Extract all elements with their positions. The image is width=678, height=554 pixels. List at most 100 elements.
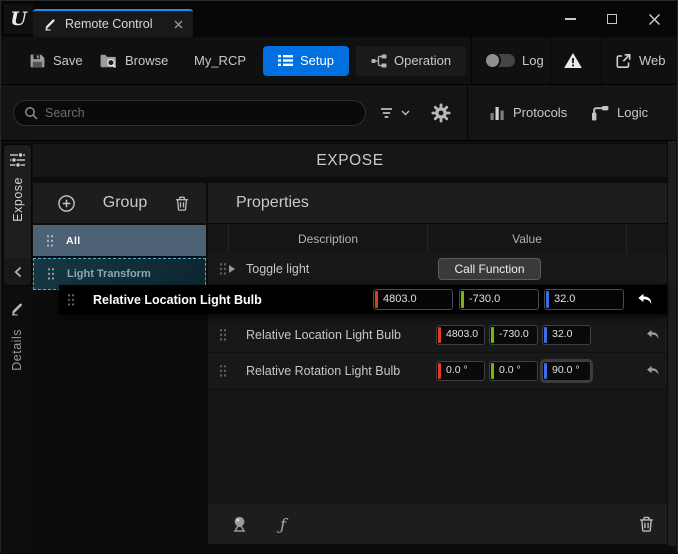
- dragged-x-field[interactable]: 4803.0: [373, 289, 453, 310]
- delete-exposed-button[interactable]: [638, 515, 655, 533]
- undo-arrow-icon: [645, 327, 660, 342]
- property-label: Toggle light: [246, 262, 309, 276]
- dragged-z-field[interactable]: 32.0: [544, 289, 624, 310]
- operation-tab[interactable]: Operation: [356, 46, 466, 76]
- minimize-button[interactable]: [549, 1, 591, 37]
- drag-handle[interactable]: [219, 364, 227, 378]
- side-tabstrip: Expose Details: [1, 141, 33, 554]
- z-axis-bar: [546, 291, 549, 308]
- location-y-field[interactable]: -730.0: [489, 325, 538, 345]
- add-group-button[interactable]: [57, 194, 76, 213]
- y-axis-bar: [461, 291, 464, 308]
- mode-segment: Setup Operation: [263, 37, 466, 84]
- rotation-yaw-field[interactable]: 90.0 °: [542, 361, 591, 381]
- dragged-row-label: Relative Location Light Bulb: [93, 293, 262, 307]
- reset-to-default-button[interactable]: [645, 327, 661, 343]
- filter-button[interactable]: [380, 85, 410, 140]
- save-button[interactable]: Save: [29, 37, 83, 84]
- window-controls: [549, 1, 675, 37]
- minimize-icon: [565, 18, 576, 20]
- z-axis-bar: [544, 327, 547, 343]
- protocols-bars-icon: [490, 105, 505, 121]
- properties-panel: Properties Description Value Toggle ligh…: [208, 183, 667, 544]
- plus-circle-icon: [57, 194, 76, 213]
- vertical-scrollbar[interactable]: [667, 141, 676, 546]
- properties-empty-area: [208, 389, 667, 504]
- tab-title: Remote Control: [65, 17, 153, 31]
- reset-to-default-button[interactable]: [636, 291, 653, 308]
- rotation-pitch-field[interactable]: 0.0 °: [489, 361, 538, 381]
- log-toggle-group[interactable]: Log: [485, 37, 544, 84]
- sliders-icon: [9, 152, 26, 168]
- expose-function-button[interactable]: ƒ: [280, 515, 286, 534]
- delete-group-button[interactable]: [174, 195, 190, 212]
- location-z-field[interactable]: 32.0: [542, 325, 591, 345]
- group-item-label: All: [66, 235, 81, 247]
- filter-icon: [380, 107, 393, 119]
- column-description: Description: [229, 224, 428, 253]
- x-axis-bar: [438, 327, 441, 343]
- group-item-all[interactable]: All: [33, 225, 206, 256]
- search-separator: [467, 85, 468, 140]
- close-icon: [648, 13, 661, 26]
- maximize-button[interactable]: [591, 1, 633, 37]
- drag-handle[interactable]: [219, 328, 227, 342]
- drag-handle[interactable]: [67, 293, 75, 307]
- property-row-relative-rotation[interactable]: Relative Rotation Light Bulb 0.0 ° 0.0 °…: [208, 353, 667, 389]
- preset-name-button[interactable]: My_RCP: [194, 37, 246, 84]
- close-button[interactable]: [633, 1, 675, 37]
- dragged-property-row[interactable]: Relative Location Light Bulb 4803.0 -730…: [59, 285, 667, 314]
- y-axis-bar: [491, 327, 494, 343]
- details-tab-label: Details: [10, 329, 24, 371]
- drag-handle[interactable]: [47, 267, 55, 281]
- webcam-icon: [230, 515, 249, 533]
- location-x-field[interactable]: 4803.0: [436, 325, 485, 345]
- web-button[interactable]: Web: [615, 37, 666, 84]
- operation-label: Operation: [394, 53, 451, 68]
- drag-handle[interactable]: [219, 262, 227, 276]
- logic-button[interactable]: Logic: [591, 85, 648, 140]
- properties-header: Properties: [208, 183, 667, 223]
- drag-handle[interactable]: [46, 234, 54, 248]
- unreal-logo-icon[interactable]: U: [4, 4, 33, 34]
- search-row: Protocols Logic: [1, 85, 677, 141]
- group-item-label: Light Transform: [67, 268, 151, 280]
- chevron-down-icon: [401, 110, 410, 116]
- call-function-button[interactable]: Call Function: [438, 258, 541, 280]
- browse-button[interactable]: Browse: [99, 37, 168, 84]
- titlebar: U Remote Control: [1, 1, 677, 37]
- property-row-relative-location[interactable]: Relative Location Light Bulb 4803.0 -730…: [208, 317, 667, 353]
- expose-title-text: EXPOSE: [316, 152, 383, 170]
- sidebar-tab-expose[interactable]: Expose: [3, 144, 32, 286]
- properties-bottom-bar: ƒ: [208, 504, 667, 544]
- operation-nodes-icon: [371, 54, 387, 68]
- expose-actor-button[interactable]: [230, 515, 249, 533]
- logic-nodes-icon: [591, 105, 609, 121]
- tab-close-icon[interactable]: [174, 20, 183, 29]
- tab-remote-control[interactable]: Remote Control: [33, 9, 193, 37]
- log-toggle[interactable]: [485, 54, 515, 67]
- search-box[interactable]: [13, 100, 366, 126]
- protocols-label: Protocols: [513, 105, 567, 120]
- property-row-toggle-light[interactable]: Toggle light Call Function: [208, 253, 667, 285]
- reset-to-default-button[interactable]: [645, 363, 661, 379]
- column-value: Value: [428, 224, 627, 253]
- trash-icon: [638, 515, 655, 533]
- expand-arrow-icon[interactable]: [229, 265, 235, 273]
- dragged-y-field[interactable]: -730.0: [459, 289, 539, 310]
- search-icon: [24, 106, 38, 120]
- properties-title: Properties: [236, 194, 309, 212]
- column-spacer: [208, 224, 229, 253]
- sidebar-tab-details[interactable]: Details: [1, 297, 33, 371]
- log-label: Log: [522, 53, 544, 68]
- search-input[interactable]: [45, 106, 355, 120]
- settings-button[interactable]: [431, 85, 451, 140]
- warnings-button[interactable]: [563, 37, 583, 84]
- setup-tab[interactable]: Setup: [263, 46, 349, 76]
- undo-arrow-icon: [645, 363, 660, 378]
- chevron-left-icon: [14, 266, 22, 278]
- rotation-roll-field[interactable]: 0.0 °: [436, 361, 485, 381]
- protocols-button[interactable]: Protocols: [490, 85, 567, 140]
- gear-icon: [431, 103, 451, 123]
- collapse-panel-button[interactable]: [4, 258, 31, 285]
